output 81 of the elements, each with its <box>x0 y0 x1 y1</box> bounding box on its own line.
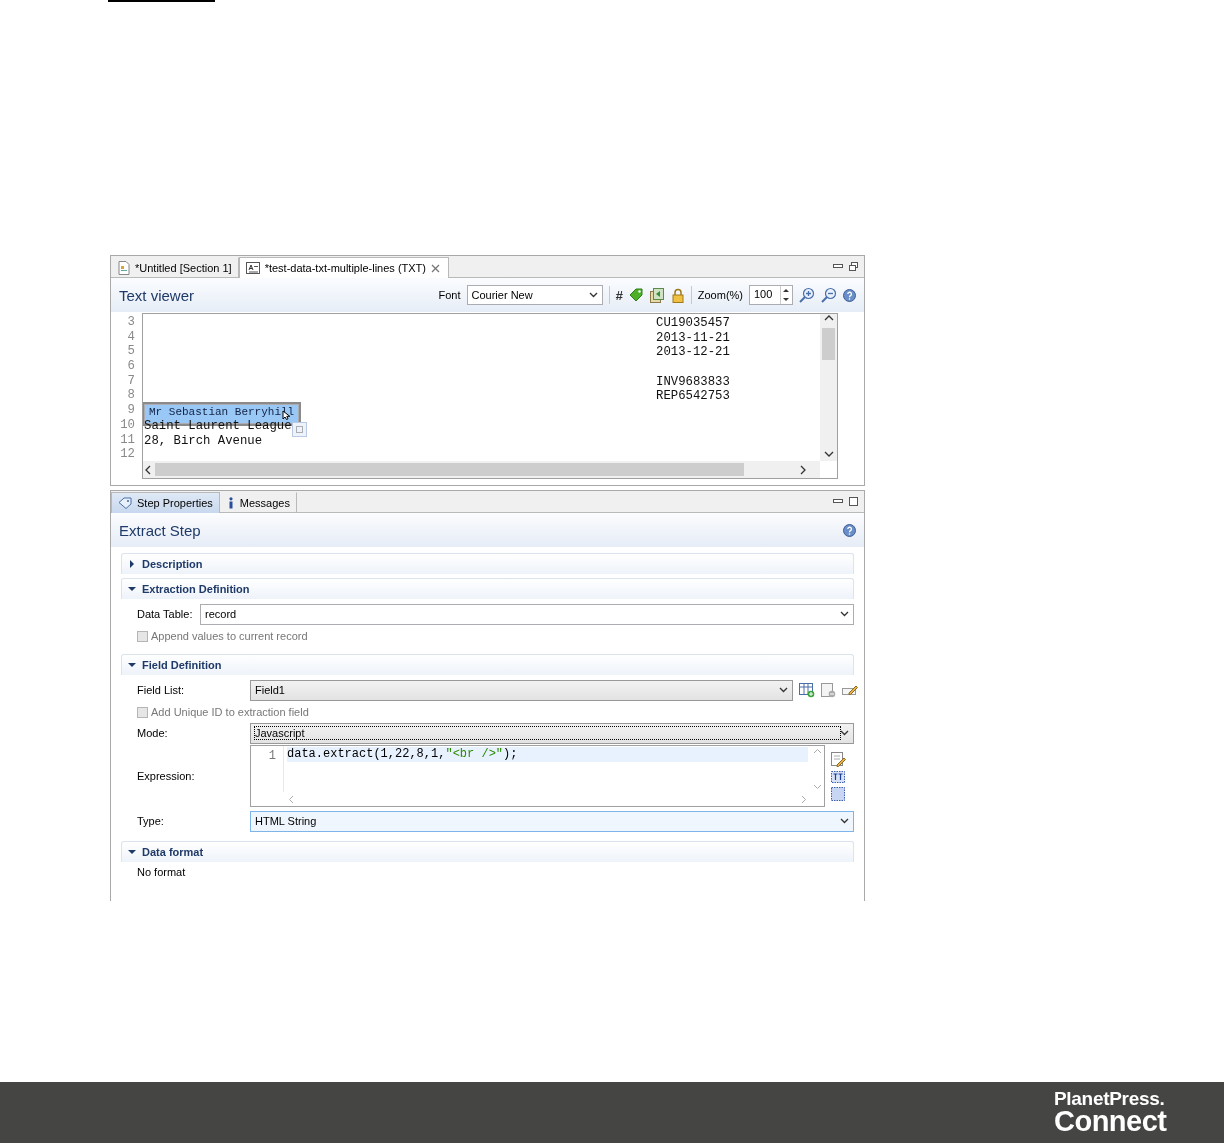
field-list-dropdown[interactable]: Field1 <box>250 679 793 701</box>
table-add-icon[interactable] <box>799 682 815 698</box>
line-number: 7 <box>126 373 136 389</box>
line-number: 3 <box>126 315 136 330</box>
section-header[interactable]: Description <box>121 553 854 574</box>
line-number: 9 <box>126 403 136 418</box>
selection-icon[interactable] <box>831 786 845 801</box>
panel-tab[interactable]: Step Properties <box>111 492 220 513</box>
expanded-caret-icon <box>128 661 136 669</box>
text-line: REP6542753 <box>656 389 730 405</box>
minimize-icon[interactable] <box>833 262 843 270</box>
view-title: Text viewer <box>119 286 195 304</box>
page-remove-icon[interactable] <box>821 682 836 698</box>
data-table-dropdown[interactable]: record <box>200 603 854 625</box>
editor-tab[interactable]: *Untitled [Section 1] <box>111 257 239 277</box>
lock-icon[interactable] <box>670 287 685 303</box>
field-label: Field List: <box>137 684 186 696</box>
panel-title: Extract Step <box>119 521 201 539</box>
collapsed-caret-icon <box>128 560 136 568</box>
line-number: 8 <box>126 388 136 404</box>
field-label: Data Table: <box>137 608 194 620</box>
section-header[interactable]: Data format <box>121 841 854 862</box>
font-label: Font <box>438 289 461 301</box>
line-number: 4 <box>126 329 136 345</box>
expanded-caret-icon <box>128 848 136 856</box>
text-line: INV9683833 <box>656 374 730 390</box>
restore-icon[interactable] <box>849 262 858 271</box>
up-arrow-icon[interactable] <box>781 286 791 295</box>
field-label: Mode: <box>137 727 169 739</box>
logo: PlanetPress. Connect <box>1054 1089 1167 1136</box>
vertical-scrollbar[interactable] <box>820 314 837 461</box>
text-line: 2013-11-21 <box>656 330 730 346</box>
scroll-thumb[interactable] <box>155 463 744 476</box>
caret-icon <box>840 818 849 824</box>
expanded-caret-icon <box>128 585 136 593</box>
line-numbers-toggle[interactable]: # <box>615 287 623 303</box>
section-header[interactable]: Field Definition <box>121 654 854 675</box>
maximize-icon[interactable] <box>849 497 858 506</box>
info-icon <box>226 496 235 509</box>
text-file-icon <box>245 262 260 274</box>
text-line: CU19035457 <box>656 316 730 331</box>
field-label: Expression: <box>137 770 196 782</box>
edit-script-icon[interactable] <box>831 751 846 767</box>
mode-dropdown[interactable]: Javascript <box>250 722 854 744</box>
panel-tab[interactable]: Messages <box>219 492 297 512</box>
format-text: No format <box>137 866 187 878</box>
line-number: 12 <box>119 447 136 462</box>
font-dropdown[interactable]: Courier New <box>466 285 603 305</box>
zoom-spinner[interactable]: 100 <box>749 285 793 305</box>
field-label: Type: <box>137 815 165 827</box>
line-number: 11 <box>119 432 136 448</box>
horizontal-scrollbar[interactable] <box>143 461 820 478</box>
text-select-icon[interactable] <box>831 770 845 783</box>
section-header[interactable]: Extraction Definition <box>121 578 854 599</box>
line-number: 6 <box>126 359 136 374</box>
type-dropdown[interactable]: HTML String <box>250 810 854 832</box>
text-line: 2013-12-21 <box>656 345 730 361</box>
caret-icon <box>840 730 849 736</box>
help-icon[interactable] <box>843 523 856 537</box>
documents-icon[interactable] <box>648 287 665 303</box>
line-number: 5 <box>126 344 136 360</box>
close-icon[interactable] <box>431 263 440 273</box>
text-line: 28, Birch Avenue <box>144 433 263 449</box>
editor-tab[interactable]: *test-data-txt-multiple-lines (TXT) <box>238 257 449 278</box>
checkbox-label: Add Unique ID to extraction field <box>151 706 309 718</box>
zoom-label: Zoom(%) <box>697 289 743 301</box>
down-arrow-icon[interactable] <box>781 295 791 304</box>
document-icon <box>118 260 130 275</box>
line-number: 10 <box>119 417 136 433</box>
tag-icon <box>118 497 132 509</box>
minimize-icon[interactable] <box>833 497 843 505</box>
help-icon[interactable] <box>843 288 856 302</box>
text-line: Saint Laurent League <box>144 418 292 434</box>
caret-icon <box>588 292 598 298</box>
tag-icon[interactable] <box>628 288 643 302</box>
scroll-thumb[interactable] <box>822 328 835 360</box>
checkbox-label: Append values to current record <box>151 630 308 642</box>
caret-icon <box>840 611 849 617</box>
zoom-in-icon[interactable] <box>799 287 815 303</box>
caret-icon <box>779 687 788 693</box>
zoom-out-icon[interactable] <box>821 287 837 303</box>
